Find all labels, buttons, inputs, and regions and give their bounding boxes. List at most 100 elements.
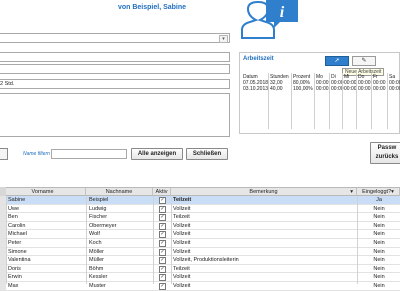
cell-vorname: Valentina: [8, 257, 31, 264]
grid-column-divider: [153, 196, 154, 284]
cell-vorname: Carolin: [8, 222, 26, 229]
table-row[interactable]: Max Muster ✓ Vollzeit Nein: [0, 282, 400, 291]
arbeitszeit-cell[interactable]: 00:00: [316, 86, 329, 92]
grid-column-divider: [6, 196, 7, 284]
aktiv-checkbox[interactable]: ✓: [159, 283, 166, 290]
arbeitszeit-column-divider: [387, 73, 388, 129]
cell-vorname: Doris: [8, 265, 21, 272]
cell-nachname: Koch: [89, 240, 102, 246]
cell-bemerkung: Vollzeit: [173, 283, 191, 289]
pin-icon: ➚: [334, 58, 340, 64]
table-row[interactable]: Simone Möller ✓ Vollzeit Nein: [0, 247, 400, 257]
column-header-bemerkung[interactable]: Bemerkung ▾: [171, 188, 357, 196]
grid-column-divider: [357, 196, 358, 284]
cell-vorname: Erwin: [8, 274, 22, 281]
column-header-aktiv[interactable]: Aktiv: [153, 188, 171, 196]
cell-nachname: Ludwig: [89, 205, 107, 212]
cell-vorname: Ben: [8, 214, 18, 221]
arbeitszeit-column-divider: [342, 73, 343, 129]
cell-nachname: Müller: [89, 257, 104, 264]
cell-nachname: Beispiel: [89, 197, 109, 203]
cell-bemerkung: Vollzeit: [173, 274, 191, 281]
cell-bemerkung: Teilzeit: [173, 265, 190, 272]
aktiv-checkbox[interactable]: ✓: [159, 205, 166, 213]
hours-field[interactable]: 2 Std.: [0, 79, 230, 89]
arbeitszeit-column-divider: [291, 73, 292, 129]
cell-bemerkung: Teilzeit: [173, 214, 190, 221]
grid-column-divider: [171, 196, 172, 284]
left-button[interactable]: [0, 148, 8, 160]
column-header-vorname[interactable]: Vorname: [0, 188, 86, 196]
arbeitszeit-column-divider: [314, 73, 315, 129]
column-label: Eingeloggt?: [362, 189, 392, 195]
table-row[interactable]: Doris Böhm ✓ Teilzeit Nein: [0, 264, 400, 274]
text-field-1[interactable]: [0, 52, 230, 62]
cell-vorname: Simone: [8, 248, 27, 255]
cell-vorname: Sabine: [8, 197, 26, 203]
table-row[interactable]: Uwe Ludwig ✓ Vollzeit Nein: [0, 204, 400, 214]
cell-eingeloggt: Nein: [373, 274, 385, 281]
dropdown-field[interactable]: ▾: [0, 33, 230, 43]
arbeitszeit-column-divider: [268, 73, 269, 129]
aktiv-checkbox[interactable]: ✓: [159, 248, 166, 256]
column-header-nachname[interactable]: Nachname: [86, 188, 153, 196]
text-field-2[interactable]: [0, 64, 230, 74]
name-filter-input[interactable]: [51, 149, 127, 159]
cell-nachname: Böhm: [89, 265, 104, 272]
aktiv-checkbox[interactable]: ✓: [159, 265, 166, 273]
table-row[interactable]: Erwin Kessler ✓ Vollzeit Nein: [0, 273, 400, 282]
aktiv-checkbox[interactable]: ✓: [159, 274, 166, 282]
cell-eingeloggt: Nein: [373, 231, 385, 238]
table-row[interactable]: Sabine Beispiel ✓ Teilzeit Ja: [0, 196, 400, 205]
cell-bemerkung: Vollzeit: [173, 248, 191, 255]
arbeitszeit-cell[interactable]: 100,00%: [293, 86, 313, 92]
notes-textarea[interactable]: [0, 93, 230, 137]
table-row[interactable]: Peter Koch ✓ Vollzeit Nein: [0, 239, 400, 248]
cell-eingeloggt: Nein: [373, 248, 385, 255]
aktiv-checkbox[interactable]: ✓: [159, 240, 166, 247]
cell-vorname: Uwe: [8, 205, 20, 212]
aktiv-checkbox[interactable]: ✓: [159, 257, 166, 265]
arbeitszeit-cell[interactable]: 03.10.2013: [243, 86, 268, 92]
column-header-eingeloggt[interactable]: Eingeloggt?▾: [357, 188, 400, 196]
chevron-down-icon[interactable]: ▾: [219, 35, 228, 43]
cell-vorname: Michael: [8, 231, 27, 238]
cell-nachname: Wolf: [89, 231, 100, 238]
cell-bemerkung: Vollzeit: [173, 240, 191, 246]
grid-column-divider: [86, 196, 87, 284]
table-row[interactable]: Valentina Müller ✓ Vollzeit, Produktionslei…: [0, 256, 400, 265]
sort-arrow-icon: ▾: [391, 189, 394, 195]
cell-bemerkung: Vollzeit: [173, 231, 191, 238]
aktiv-checkbox[interactable]: ✓: [159, 231, 166, 239]
close-button[interactable]: Schließen: [186, 148, 228, 160]
cell-eingeloggt: Nein: [373, 240, 385, 246]
reset-password-label-2: zurücks: [375, 154, 399, 160]
svg-text:i: i: [280, 4, 285, 21]
reset-password-button[interactable]: Passw zurücks: [370, 142, 400, 164]
table-row[interactable]: Michael Wolf ✓ Vollzeit Nein: [0, 230, 400, 239]
filter-label: Name filtern: [23, 151, 50, 157]
arbeitszeit-cell[interactable]: 00:00: [373, 86, 386, 92]
cell-eingeloggt: Ja: [376, 197, 382, 203]
arbeitszeit-cell[interactable]: 00:00: [344, 86, 357, 92]
aktiv-checkbox[interactable]: ✓: [159, 222, 166, 230]
column-label: Bemerkung: [249, 189, 278, 195]
cell-bemerkung: Vollzeit: [173, 205, 191, 212]
column-label: Vorname: [31, 189, 54, 195]
aktiv-checkbox[interactable]: ✓: [159, 197, 166, 204]
add-arbeitszeit-button[interactable]: ➚: [325, 56, 349, 66]
cell-vorname: Peter: [8, 240, 22, 246]
table-row[interactable]: Carolin Obermeyer ✓ Vollzeit Nein: [0, 221, 400, 231]
aktiv-checkbox[interactable]: ✓: [159, 214, 166, 222]
arbeitszeit-cell[interactable]: 00:00: [389, 86, 400, 92]
arbeitszeit-cell[interactable]: 40,00: [270, 86, 283, 92]
column-label: Aktiv: [155, 189, 168, 195]
cell-eingeloggt: Nein: [373, 257, 385, 264]
edit-arbeitszeit-button[interactable]: ✎: [352, 56, 376, 66]
arbeitszeit-cell[interactable]: 00:00: [358, 86, 371, 92]
table-row[interactable]: Ben Fischer ✓ Teilzeit Nein: [0, 213, 400, 222]
cell-nachname: Obermeyer: [89, 222, 117, 229]
cell-nachname: Kessler: [89, 274, 108, 281]
pencil-icon: ✎: [361, 58, 367, 64]
show-all-button[interactable]: Alle anzeigen: [131, 148, 183, 160]
